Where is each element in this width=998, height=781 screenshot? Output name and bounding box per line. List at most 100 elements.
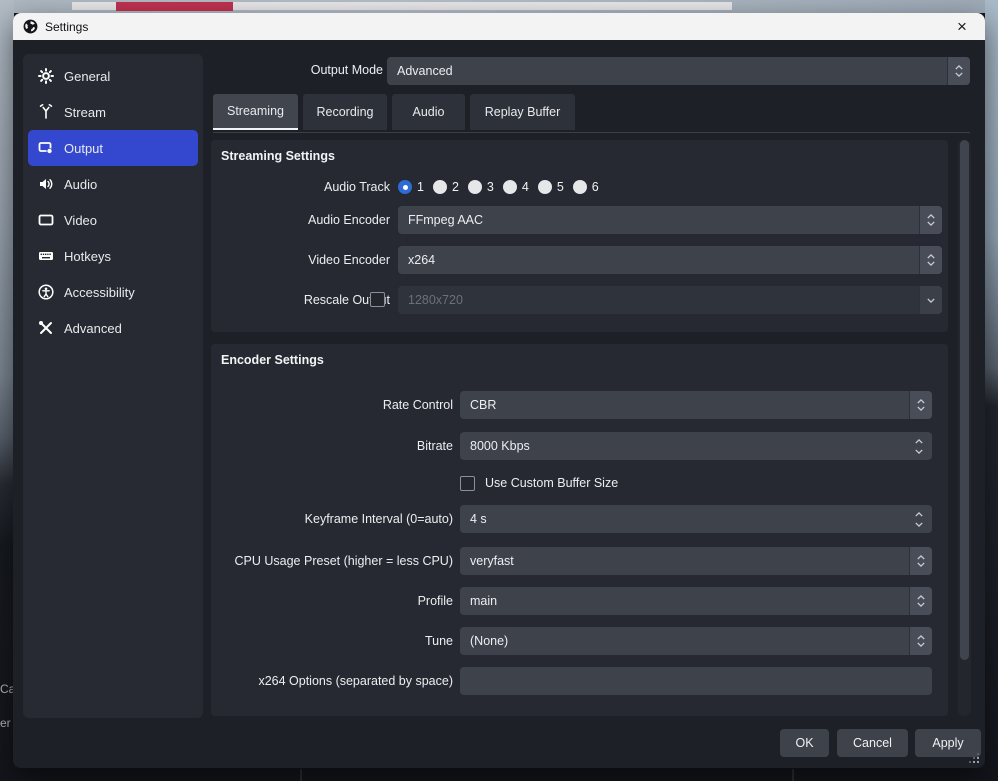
main-window-bottom-strip	[14, 768, 985, 781]
rescale-resolution-select: 1280x720	[398, 286, 942, 314]
cpu-preset-label: CPU Usage Preset (higher = less CPU)	[211, 547, 453, 575]
encoder-settings-panel: Encoder Settings Rate Control CBR Bitrat…	[211, 344, 948, 716]
video-encoder-select[interactable]: x264	[398, 246, 942, 274]
radio-icon[interactable]	[573, 180, 587, 194]
tune-label: Tune	[211, 627, 453, 655]
sidebar-item-label: Audio	[64, 177, 97, 192]
dock-divider	[300, 769, 302, 781]
wallpaper-red-bar	[116, 2, 233, 11]
sidebar-item-label: General	[64, 69, 110, 84]
sidebar-item-output[interactable]: Output	[28, 130, 198, 166]
tab-streaming[interactable]: Streaming	[213, 94, 298, 130]
sidebar-item-label: Accessibility	[64, 285, 135, 300]
rescale-output-checkbox[interactable]	[370, 292, 385, 307]
rate-control-select[interactable]: CBR	[460, 391, 932, 419]
cancel-button[interactable]: Cancel	[837, 729, 908, 757]
tab-separator	[213, 132, 970, 133]
keyframe-interval-spinner[interactable]: 4 s	[460, 505, 932, 533]
tune-select[interactable]: (None)	[460, 627, 932, 655]
audio-track-option[interactable]: 4	[503, 180, 529, 194]
audio-track-label: Audio Track	[211, 173, 390, 201]
sidebar-item-label: Hotkeys	[64, 249, 111, 264]
spinner-chevrons-icon[interactable]	[909, 587, 932, 615]
audio-track-option[interactable]: 6	[573, 180, 599, 194]
accessibility-icon	[38, 284, 54, 300]
custom-buffer-row[interactable]: Use Custom Buffer Size	[460, 474, 618, 492]
output-mode-select[interactable]: Advanced	[387, 57, 970, 85]
sidebar-item-video[interactable]: Video	[28, 202, 198, 238]
section-title: Streaming Settings	[221, 149, 335, 163]
settings-sidebar: General Stream Output	[23, 54, 203, 718]
audio-track-option[interactable]: 3	[468, 180, 494, 194]
chevron-down-icon	[919, 286, 942, 314]
bitrate-label: Bitrate	[211, 432, 453, 460]
scrollbar-track[interactable]	[958, 140, 971, 716]
section-title: Encoder Settings	[221, 353, 324, 367]
rate-control-label: Rate Control	[211, 391, 453, 419]
audio-encoder-select[interactable]: FFmpeg AAC	[398, 206, 942, 234]
display-icon	[38, 212, 54, 228]
tools-icon	[38, 320, 54, 336]
spinner-chevrons-icon[interactable]	[909, 627, 932, 655]
obs-logo-icon	[23, 19, 38, 34]
sidebar-item-label: Output	[64, 141, 103, 156]
video-encoder-label: Video Encoder	[211, 246, 390, 274]
radio-selected-icon[interactable]	[398, 180, 412, 194]
bitrate-spinner[interactable]: 8000 Kbps	[460, 432, 932, 460]
radio-icon[interactable]	[538, 180, 552, 194]
sidebar-item-audio[interactable]: Audio	[28, 166, 198, 202]
spinner-chevrons-icon[interactable]	[909, 547, 932, 575]
spinner-chevrons-icon[interactable]	[919, 246, 942, 274]
resize-grip-icon[interactable]	[977, 761, 979, 763]
radio-icon[interactable]	[433, 180, 447, 194]
tab-replay-buffer[interactable]: Replay Buffer	[470, 94, 575, 130]
output-icon	[38, 140, 54, 156]
ok-button[interactable]: OK	[780, 729, 829, 757]
custom-buffer-checkbox[interactable]	[460, 476, 475, 491]
spinner-chevrons-icon[interactable]	[947, 57, 970, 85]
profile-select[interactable]: main	[460, 587, 932, 615]
spinner-chevrons-icon[interactable]	[919, 206, 942, 234]
gear-icon	[38, 68, 54, 84]
wallpaper-right-edge	[985, 0, 998, 781]
sidebar-item-label: Video	[64, 213, 97, 228]
radio-icon[interactable]	[503, 180, 517, 194]
sidebar-item-advanced[interactable]: Advanced	[28, 310, 198, 346]
x264-options-label: x264 Options (separated by space)	[211, 667, 453, 695]
scrollbar-thumb[interactable]	[960, 140, 969, 660]
close-icon[interactable]: ×	[949, 13, 975, 40]
cpu-preset-select[interactable]: veryfast	[460, 547, 932, 575]
sidebar-item-label: Stream	[64, 105, 106, 120]
audio-track-option[interactable]: 5	[538, 180, 564, 194]
settings-dialog: Settings × General	[13, 13, 985, 768]
x264-options-input[interactable]	[460, 674, 932, 688]
rescale-output-label: Rescale Output	[211, 286, 390, 314]
speaker-icon	[38, 176, 54, 192]
streaming-settings-panel: Streaming Settings Audio Track 1 2 3 4 5…	[211, 140, 948, 332]
spinner-arrows-icon[interactable]	[906, 439, 932, 454]
tab-recording[interactable]: Recording	[303, 94, 387, 130]
apply-button[interactable]: Apply	[915, 729, 981, 757]
dialog-title: Settings	[45, 20, 88, 34]
title-bar[interactable]: Settings ×	[13, 13, 985, 40]
spinner-arrows-icon[interactable]	[906, 512, 932, 527]
sidebar-item-label: Advanced	[64, 321, 122, 336]
keyframe-interval-label: Keyframe Interval (0=auto)	[211, 505, 453, 533]
audio-track-option[interactable]: 2	[433, 180, 459, 194]
dock-divider	[792, 769, 794, 781]
spinner-chevrons-icon[interactable]	[909, 391, 932, 419]
output-mode-value: Advanced	[387, 64, 947, 78]
antenna-icon	[38, 104, 54, 120]
radio-icon[interactable]	[468, 180, 482, 194]
custom-buffer-label: Use Custom Buffer Size	[485, 476, 618, 490]
audio-encoder-label: Audio Encoder	[211, 206, 390, 234]
keyboard-icon	[38, 248, 54, 264]
sidebar-item-hotkeys[interactable]: Hotkeys	[28, 238, 198, 274]
output-mode-label: Output Mode	[163, 57, 383, 83]
sidebar-item-stream[interactable]: Stream	[28, 94, 198, 130]
audio-track-option[interactable]: 1	[398, 180, 424, 194]
sidebar-item-accessibility[interactable]: Accessibility	[28, 274, 198, 310]
occluded-text-fragment: er	[0, 716, 11, 730]
tab-audio[interactable]: Audio	[392, 94, 465, 130]
desktop-background: Ca er Settings ×	[0, 0, 998, 781]
